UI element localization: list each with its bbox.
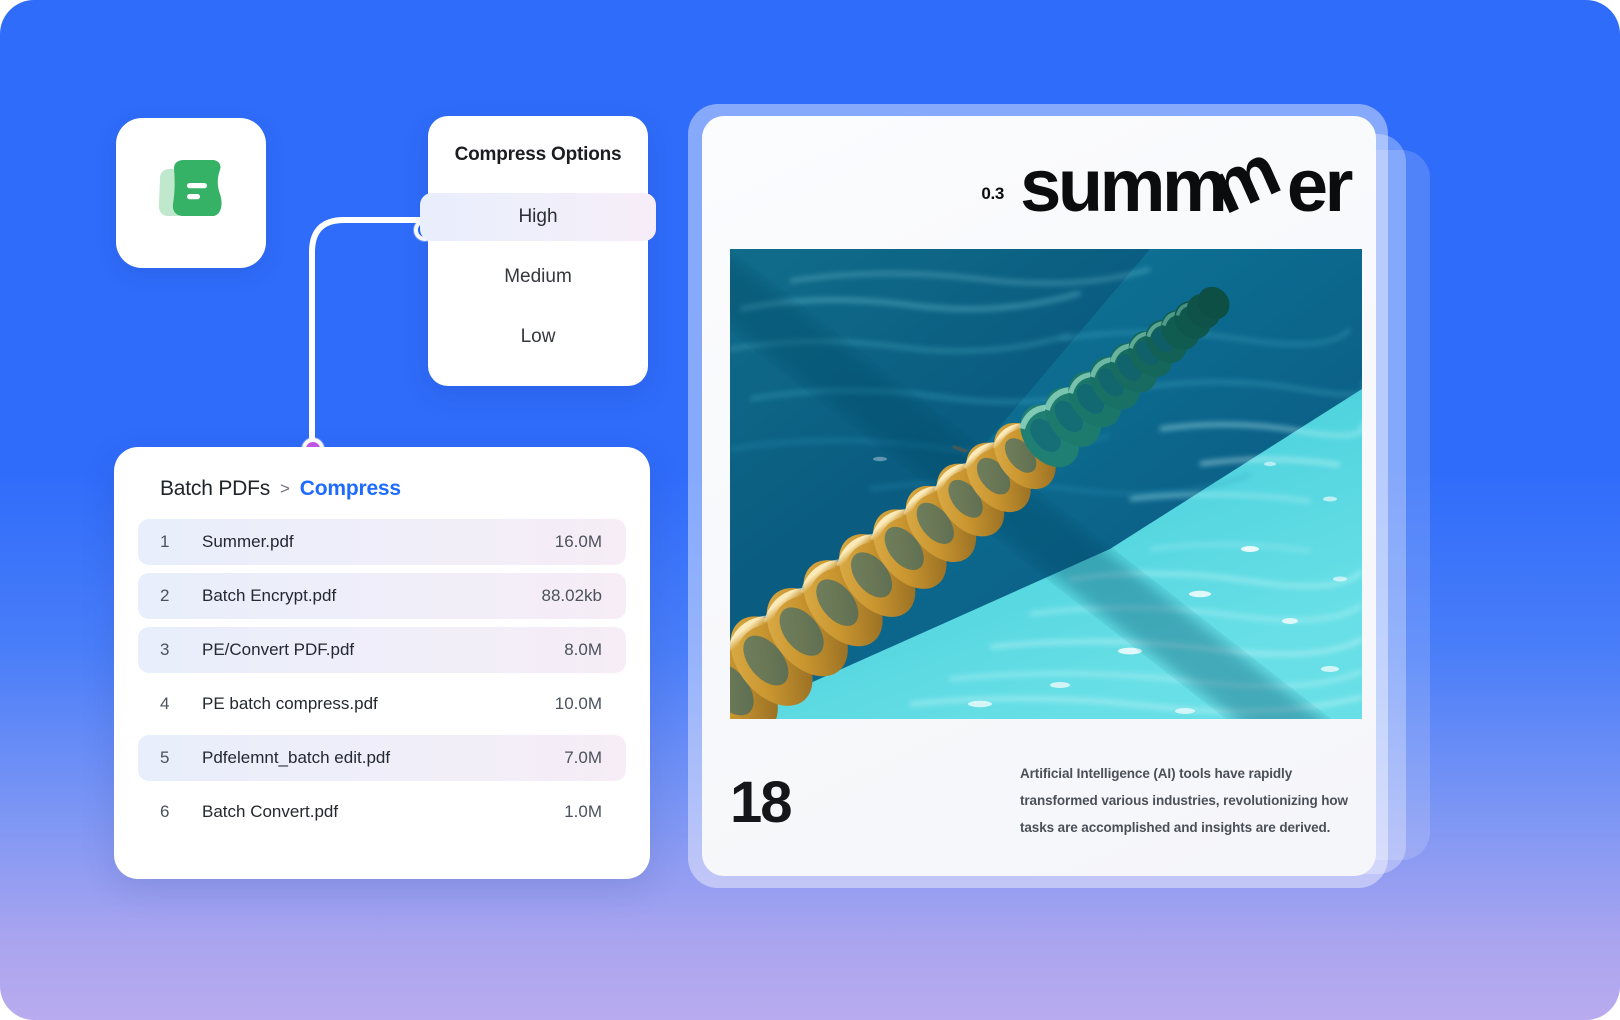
table-row[interactable]: 6 Batch Convert.pdf 1.0M bbox=[138, 789, 626, 835]
table-row[interactable]: 3 PE/Convert PDF.pdf 8.0M bbox=[138, 627, 626, 673]
file-size: 10.0M bbox=[554, 694, 602, 713]
app-logo-tile[interactable] bbox=[116, 118, 266, 268]
breadcrumb-item-compress[interactable]: Compress bbox=[300, 477, 401, 501]
file-name: Summer.pdf bbox=[202, 532, 294, 551]
chevron-right-icon: > bbox=[280, 479, 290, 498]
file-size: 88.02kb bbox=[541, 586, 603, 605]
compress-options-title: Compress Options bbox=[454, 144, 622, 165]
masthead: 0.3 summ m er bbox=[981, 128, 1354, 229]
poster-canvas: Compress Options High Medium Low Batch P… bbox=[0, 0, 1620, 1020]
compress-option-medium-label: Medium bbox=[504, 266, 572, 287]
file-index: 4 bbox=[160, 694, 170, 713]
file-size: 16.0M bbox=[554, 532, 602, 551]
file-index: 1 bbox=[160, 532, 170, 551]
compress-option-medium[interactable]: Medium bbox=[420, 253, 656, 301]
file-list: 1 Summer.pdf 16.0M 2 Batch Encrypt.pdf 8… bbox=[138, 519, 626, 835]
masthead-title-part1: summ bbox=[1020, 144, 1228, 227]
page-number: 18 bbox=[730, 770, 793, 835]
file-index: 2 bbox=[160, 586, 170, 605]
preview-paragraph: Artificial Intelligence (AI) tools have … bbox=[1020, 766, 1348, 835]
pdfelement-logo-icon bbox=[158, 160, 222, 216]
compress-option-low[interactable]: Low bbox=[420, 313, 656, 361]
file-name: Batch Encrypt.pdf bbox=[202, 586, 337, 605]
file-size: 7.0M bbox=[564, 748, 602, 767]
file-size: 8.0M bbox=[564, 640, 602, 659]
file-size: 1.0M bbox=[564, 802, 602, 821]
compress-options-panel: Compress Options High Medium Low bbox=[420, 116, 656, 386]
batch-pdfs-card: Batch PDFs > Compress 1 Summer.pdf 16.0M… bbox=[114, 447, 650, 879]
preview-footer: 18 Artificial Intelligence (AI) tools ha… bbox=[702, 756, 1376, 841]
masthead-title-part2: er bbox=[1286, 144, 1354, 227]
file-name: PE/Convert PDF.pdf bbox=[202, 640, 355, 659]
file-name: Pdfelemnt_batch edit.pdf bbox=[202, 748, 391, 767]
compress-option-high[interactable]: High bbox=[420, 193, 656, 241]
breadcrumb-item-batch-pdfs[interactable]: Batch PDFs bbox=[160, 477, 270, 501]
masthead-title: summ m er bbox=[1020, 128, 1354, 229]
compress-option-low-label: Low bbox=[520, 326, 556, 347]
file-index: 5 bbox=[160, 748, 170, 767]
compress-option-high-label: High bbox=[518, 206, 558, 227]
file-name: PE batch compress.pdf bbox=[202, 694, 378, 713]
file-index: 3 bbox=[160, 640, 170, 659]
breadcrumb: Batch PDFs > Compress bbox=[138, 447, 626, 501]
file-name: Batch Convert.pdf bbox=[202, 802, 339, 821]
table-row[interactable]: 2 Batch Encrypt.pdf 88.02kb bbox=[138, 573, 626, 619]
masthead-issue-number: 0.3 bbox=[981, 184, 1005, 204]
file-index: 6 bbox=[160, 802, 170, 821]
table-row[interactable]: 1 Summer.pdf 16.0M bbox=[138, 519, 626, 565]
pdf-preview-card[interactable]: 0.3 summ m er 18 Artificial Intelligence… bbox=[702, 116, 1376, 876]
table-row[interactable]: 5 Pdfelemnt_batch edit.pdf 7.0M bbox=[138, 735, 626, 781]
table-row[interactable]: 4 PE batch compress.pdf 10.0M bbox=[138, 681, 626, 727]
pool-lane-rope-photo bbox=[730, 249, 1362, 719]
